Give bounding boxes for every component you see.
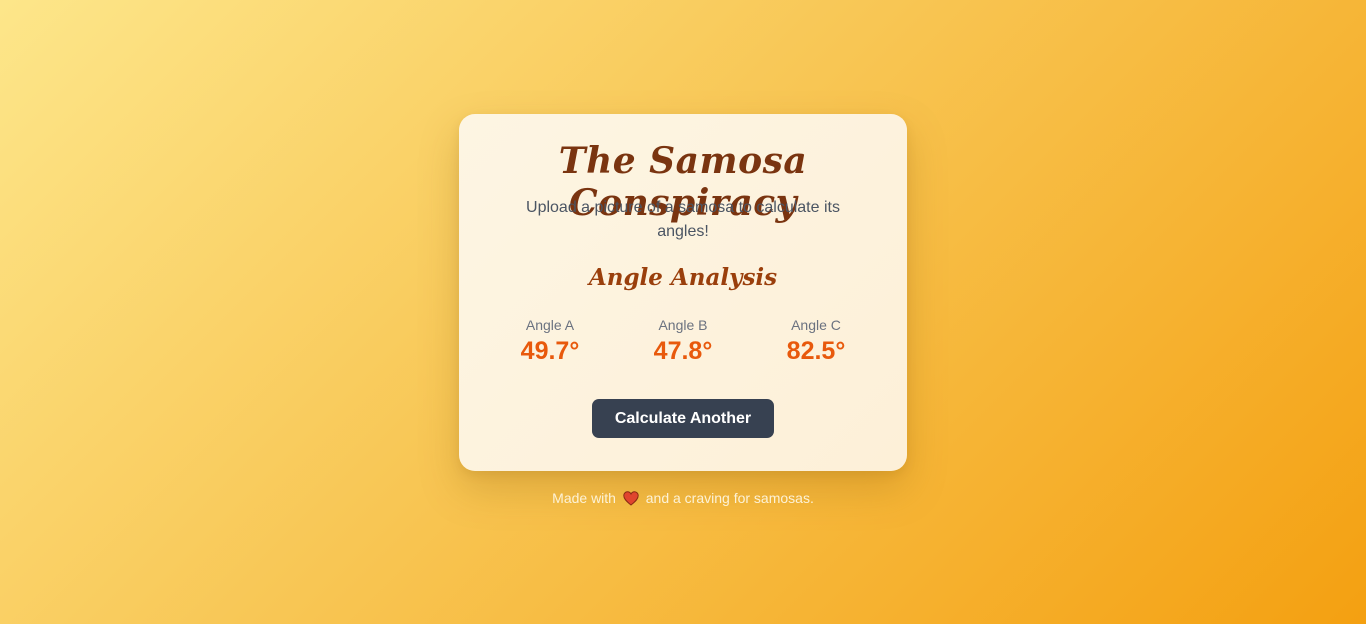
angle-c-value: 82.5° <box>786 337 846 365</box>
footer: Made with and a craving for samosas. <box>0 489 1366 510</box>
angle-c-label: Angle C <box>791 317 841 333</box>
angle-a-value: 49.7° <box>520 337 580 365</box>
footer-prefix: Made with <box>552 490 616 506</box>
angle-c: Angle C 82.5° <box>750 316 882 367</box>
result-card: The Samosa Conspiracy Upload a picture o… <box>459 114 907 471</box>
angle-b: Angle B 47.8° <box>617 316 749 367</box>
angle-a: Angle A 49.7° <box>484 316 616 367</box>
subtitle-text: Upload a picture of a samosa to calculat… <box>526 199 840 240</box>
heart-icon <box>623 491 639 510</box>
calculate-another-button[interactable]: Calculate Another <box>592 399 774 438</box>
angle-a-label: Angle A <box>525 317 575 333</box>
angle-b-label: Angle B <box>658 317 708 333</box>
angles-row: Angle A 49.7° Angle B 47.8° Angle C 82.5… <box>484 316 882 367</box>
section-title: Angle Analysis <box>588 264 778 291</box>
angle-b-value: 47.8° <box>653 337 713 365</box>
footer-suffix: and a craving for samosas. <box>645 490 814 506</box>
